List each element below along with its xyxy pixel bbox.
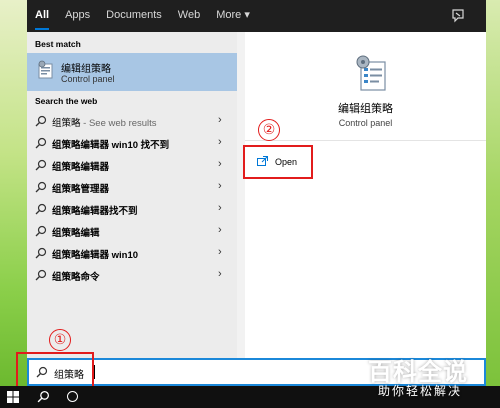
step-marker-2: ② [258, 119, 280, 141]
web-result-item[interactable]: 组策略编辑 › [27, 220, 237, 241]
start-search-panel: All Apps Documents Web More ▾ Best match… [27, 0, 486, 358]
web-result-item[interactable]: 组策略编辑器 › [27, 154, 237, 175]
search-icon[interactable] [37, 390, 50, 403]
web-result-label: 组策略 [52, 118, 81, 129]
web-result-label: 组策略编辑器 [52, 162, 110, 173]
search-icon [35, 115, 47, 127]
chevron-right-icon: › [218, 136, 222, 148]
web-result-item[interactable]: 组策略编辑器找不到 › [27, 198, 237, 219]
search-icon [35, 137, 47, 149]
desktop-wallpaper-left [0, 0, 27, 386]
web-result-item[interactable]: 组策略 - See web results › [27, 110, 237, 131]
search-icon [35, 225, 47, 237]
search-icon [35, 159, 47, 171]
group-policy-icon [38, 60, 53, 79]
divider [245, 140, 486, 141]
desktop-wallpaper-right [486, 0, 500, 386]
web-result-suffix: - See web results [80, 118, 157, 129]
windows-start-icon[interactable] [7, 391, 19, 403]
best-match-title: 编辑组策略 [61, 64, 111, 75]
tab-apps[interactable]: Apps [57, 0, 98, 32]
tab-all[interactable]: All [27, 0, 57, 32]
web-result-label: 组策略编辑器 win10 [52, 250, 139, 261]
feedback-icon[interactable] [450, 8, 466, 24]
watermark-logo: 百科全说 助你轻松解决 [368, 352, 486, 400]
search-filter-bar: All Apps Documents Web More ▾ [27, 0, 486, 32]
preview-pane: 编辑组策略 Control panel Open [245, 32, 486, 358]
web-result-label: 组策略编辑器找不到 [52, 206, 138, 217]
cortana-icon[interactable] [67, 391, 78, 402]
web-result-label: 组策略管理器 [52, 184, 110, 195]
search-annotation-box [16, 352, 94, 388]
best-match-item[interactable]: 编辑组策略 Control panel [27, 53, 237, 91]
tab-web[interactable]: Web [170, 0, 208, 32]
chevron-right-icon: › [218, 180, 222, 192]
text-caret [94, 365, 95, 379]
best-match-heading: Best match [35, 39, 81, 49]
chevron-right-icon: › [218, 246, 222, 258]
watermark-subtitle: 助你轻松解决 [378, 384, 463, 398]
tab-more[interactable]: More ▾ [208, 0, 258, 32]
search-icon [35, 269, 47, 281]
web-result-item[interactable]: 组策略编辑器 win10 找不到 › [27, 132, 237, 153]
step-marker-1: ① [49, 329, 71, 351]
chevron-right-icon: › [218, 202, 222, 214]
chevron-right-icon: › [218, 114, 222, 126]
results-list: Best match 编辑组策略 Control panel Search th… [27, 32, 237, 358]
group-policy-icon [356, 55, 386, 91]
search-icon [35, 247, 47, 259]
best-match-subtitle: Control panel [61, 74, 115, 84]
search-icon [35, 203, 47, 215]
web-result-label: 组策略命令 [52, 272, 100, 283]
app-type: Control panel [338, 118, 393, 128]
app-name: 编辑组策略 [338, 103, 393, 115]
open-annotation-box [243, 145, 313, 179]
web-result-item[interactable]: 组策略管理器 › [27, 176, 237, 197]
web-result-label: 组策略编辑器 win10 找不到 [52, 140, 170, 151]
search-web-heading: Search the web [35, 96, 98, 106]
chevron-right-icon: › [218, 158, 222, 170]
search-icon [35, 181, 47, 193]
chevron-right-icon: › [218, 268, 222, 280]
tab-documents[interactable]: Documents [98, 0, 170, 32]
web-result-item[interactable]: 组策略命令 › [27, 264, 237, 285]
web-result-label: 组策略编辑 [52, 228, 100, 239]
web-result-item[interactable]: 组策略编辑器 win10 › [27, 242, 237, 263]
chevron-right-icon: › [218, 224, 222, 236]
